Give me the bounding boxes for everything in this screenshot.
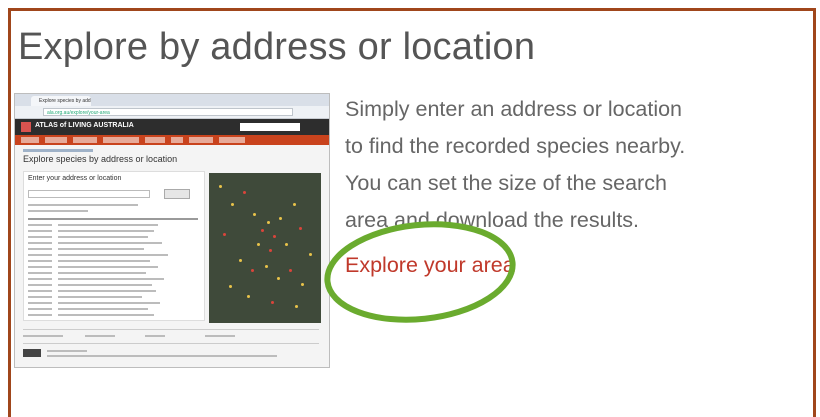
mini-panel-heading: Enter your address or location [28,175,122,182]
mini-url: ala.org.au/explore/your-area [43,108,293,116]
mini-breadcrumb [23,149,93,152]
mini-browser-tab: Explore species by address o [31,96,91,106]
mini-search-panel: Enter your address or location [23,171,205,321]
mini-address-input [28,190,150,198]
page-title: Explore by address or location [18,26,536,68]
mini-search-input [240,123,300,131]
mini-nav-bar [15,135,329,145]
mini-browser-tabbar: Explore species by address o [15,94,329,106]
mini-footer-divider-2 [23,343,319,344]
mini-footer-divider [23,329,319,330]
mini-license-badge [23,349,41,357]
mini-page-body: Explore species by address or location E… [15,145,329,367]
description-line: Simply enter an address or location [345,97,683,121]
mini-address-bar: ala.org.au/explore/your-area [15,106,329,119]
mini-logo-text: ATLAS of LIVING AUSTRALIA [35,122,134,129]
mini-site-header: ATLAS of LIVING AUSTRALIA [15,119,329,135]
mini-page-heading: Explore species by address or location [23,154,178,164]
highlight-ring [324,221,516,323]
mini-logo-icon [21,122,31,132]
mini-search-button [164,189,190,199]
mini-map [209,173,321,323]
description-line: to find the recorded species nearby. [345,134,686,158]
description-line: You can set the size of the search [345,171,667,195]
explore-screenshot-thumbnail[interactable]: Explore species by address o ala.org.au/… [14,93,330,368]
